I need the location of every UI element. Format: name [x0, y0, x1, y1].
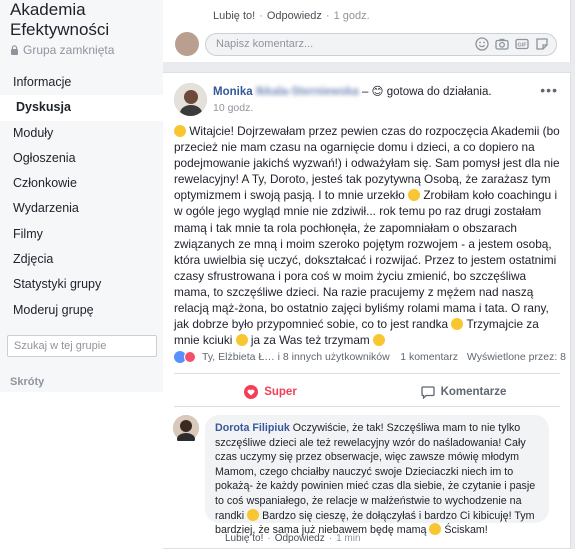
post-card: Monika Ikkala-Sterniewska – 😊 gotowa do …: [163, 72, 571, 549]
smile-emoji-icon: [451, 318, 464, 331]
meta-separator: ·: [325, 10, 330, 22]
smile-emoji-icon: [429, 523, 442, 536]
lock-icon: [11, 45, 18, 55]
camera-icon[interactable]: [495, 37, 509, 51]
reactions-summary[interactable]: Ty, Elżbieta Ł… i 8 innych użytkowników: [174, 351, 390, 363]
sidebar-item-moderuj[interactable]: Moderuj grupę: [0, 298, 163, 323]
author-photo: [174, 83, 207, 116]
comment-text-part-1: Oczywiście, że tak! Szczęśliwa mam to ni…: [215, 422, 536, 522]
group-name[interactable]: Akademia Efektywności: [10, 0, 160, 40]
comment-button[interactable]: Komentarze: [367, 378, 560, 406]
post-text-part-2: Zrobiłam koło coachingu i w ogóle jego w…: [174, 188, 558, 332]
views-count[interactable]: Wyświetlone przez: 8: [467, 351, 566, 363]
super-label: Super: [264, 386, 297, 398]
comment-label: Komentarze: [440, 386, 507, 398]
super-reaction-button[interactable]: Super: [174, 378, 367, 406]
reply-link[interactable]: Odpowiedz: [275, 533, 325, 544]
shortcuts-title: Skróty: [10, 376, 45, 388]
meta-separator: ·: [267, 533, 271, 544]
author-avatar[interactable]: [174, 83, 207, 116]
shortcuts-panel: [0, 392, 163, 549]
composer-icons: GIF: [475, 37, 549, 51]
sidebar-item-dyskusja[interactable]: Dyskusja: [0, 95, 163, 121]
post-feeling: – 😊 gotowa do działania.: [361, 86, 492, 98]
group-nav: Informacje Dyskusja Moduły Ogłoszenia Cz…: [0, 70, 163, 323]
sticker-icon[interactable]: [535, 37, 549, 51]
heart-icon: [244, 385, 259, 399]
post-text-part-4: ja za Was też trzymam: [247, 333, 374, 348]
like-link[interactable]: Lubię to!: [225, 533, 263, 544]
svg-text:GIF: GIF: [517, 42, 527, 48]
comment-author[interactable]: Dorota Filipiuk: [215, 422, 290, 434]
post-author-surname[interactable]: Ikkala-Sterniewska: [256, 86, 359, 98]
smile-emoji-icon: [174, 125, 186, 137]
sidebar-item-statystyki[interactable]: Statystyki grupy: [0, 272, 163, 297]
smile-emoji-icon: [247, 508, 260, 521]
smile-emoji-icon: [235, 334, 248, 347]
smile-emoji-icon: [408, 189, 421, 202]
more-options-icon[interactable]: •••: [540, 82, 558, 98]
comment-time: 1 min: [336, 533, 361, 544]
love-reaction-icon: [184, 351, 196, 363]
post-timestamp[interactable]: 10 godz.: [213, 102, 253, 114]
commenter-avatar[interactable]: [173, 415, 199, 445]
sidebar-item-wydarzenia[interactable]: Wydarzenia: [0, 196, 163, 221]
comment-input-placeholder: Napisz komentarz...: [216, 38, 314, 50]
gif-icon[interactable]: GIF: [515, 37, 529, 51]
sidebar-item-ogloszenia[interactable]: Ogłoszenia: [0, 146, 163, 171]
comments-count[interactable]: 1 komentarz: [400, 351, 458, 363]
post-counts: 1 komentarz Wyświetlone przez: 8: [400, 351, 566, 363]
sidebar-item-filmy[interactable]: Filmy: [0, 222, 163, 247]
divider: [174, 406, 560, 407]
like-link[interactable]: Lubię to!: [213, 10, 255, 22]
group-type: Grupa zamknięta: [10, 43, 114, 57]
group-sidebar: Akademia Efektywności Grupa zamknięta In…: [0, 0, 163, 549]
post-actions: Super Komentarze: [174, 378, 560, 406]
comment-input[interactable]: Napisz komentarz... GIF: [205, 33, 557, 56]
post-stats: Ty, Elżbieta Ł… i 8 innych użytkowników …: [174, 351, 566, 367]
sidebar-item-czlonkowie[interactable]: Członkowie: [0, 171, 163, 196]
commenter-photo: [173, 415, 199, 445]
post-header: Monika Ikkala-Sterniewska – 😊 gotowa do …: [213, 84, 492, 98]
sidebar-item-informacje[interactable]: Informacje: [0, 70, 163, 95]
reactions-text[interactable]: Ty, Elżbieta Ł… i 8 innych użytkowników: [202, 351, 390, 363]
emoji-icon[interactable]: [475, 37, 489, 51]
meta-separator: ·: [328, 533, 333, 544]
comment-time: 1 godz.: [333, 10, 370, 22]
divider: [174, 373, 560, 374]
reply-link[interactable]: Odpowiedz: [267, 10, 322, 22]
post-author[interactable]: Monika: [213, 86, 253, 98]
smile-emoji-icon: [373, 334, 386, 347]
sidebar-item-zdjecia[interactable]: Zdjęcia: [0, 247, 163, 272]
post-text: Witajcie! Dojrzewałam przez pewien czas …: [174, 123, 560, 348]
previous-comment-meta: Lubię to! · Odpowiedz · 1 godz.: [213, 10, 370, 22]
scrollbar[interactable]: [571, 0, 575, 549]
comment-bubble: Dorota Filipiuk Oczywiście, że tak! Szcz…: [205, 415, 549, 536]
group-search-input[interactable]: Szukaj w tej grupie: [7, 335, 157, 357]
composer-avatar: [175, 32, 199, 56]
comment-meta: Lubię to! · Odpowiedz · 1 min: [225, 533, 361, 544]
meta-separator: ·: [259, 10, 263, 22]
comment-text-part-3: Ściskam!: [441, 524, 488, 537]
comment-icon: [420, 386, 435, 399]
group-type-label: Grupa zamknięta: [23, 43, 115, 57]
sidebar-item-moduly[interactable]: Moduły: [0, 121, 163, 146]
